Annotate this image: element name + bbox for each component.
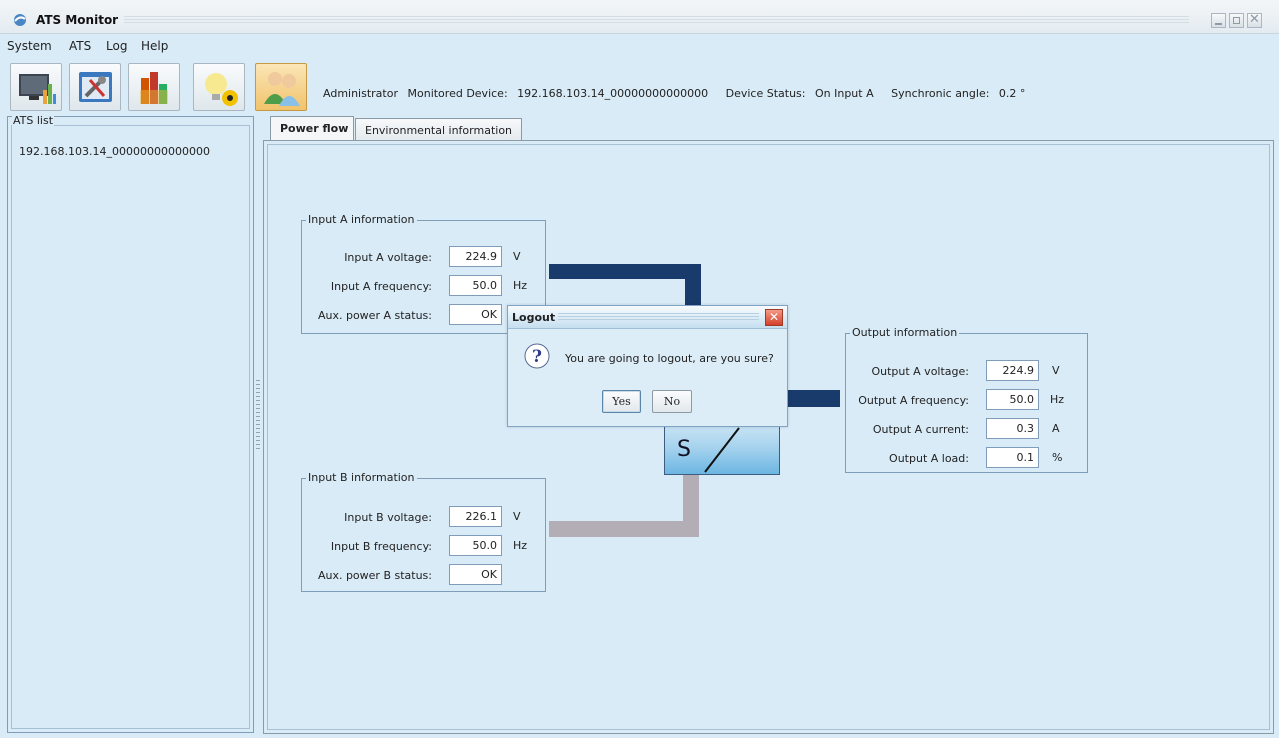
tools-icon: [79, 72, 112, 102]
input-a-voltage-unit: V: [513, 250, 521, 263]
input-a-frequency-label: Input A frequency:: [330, 280, 432, 293]
device-status-label: Device Status:: [725, 87, 806, 100]
dialog-title-grip: [558, 313, 759, 322]
menu-log[interactable]: Log: [106, 39, 127, 53]
input-a-title: Input A information: [306, 213, 417, 226]
minimize-button[interactable]: [1211, 13, 1226, 28]
input-a-frequency-unit: Hz: [513, 279, 528, 292]
aux-power-a-label: Aux. power A status:: [317, 309, 432, 322]
maximize-button[interactable]: [1229, 13, 1244, 28]
output-voltage-label: Output A voltage:: [871, 365, 969, 378]
output-frequency-unit: Hz: [1050, 393, 1065, 406]
input-b-title: Input B information: [306, 471, 417, 484]
panel-splitter[interactable]: [256, 380, 260, 450]
tab-environmental-information[interactable]: Environmental information: [355, 118, 522, 141]
question-icon: ?: [524, 343, 550, 369]
close-icon: ✕: [1249, 12, 1260, 27]
output-current-unit: A: [1052, 422, 1060, 435]
input-b-voltage-label: Input B voltage:: [344, 511, 432, 524]
statistics-button[interactable]: [128, 63, 180, 111]
svg-text:?: ?: [532, 347, 542, 367]
dialog-close-button[interactable]: ✕: [765, 309, 783, 326]
ats-list-title: ATS list: [12, 114, 55, 127]
aux-power-b-field: OK: [449, 564, 502, 585]
users-icon: [264, 72, 300, 106]
output-group: Output information Output A voltage: 224…: [845, 326, 1088, 473]
output-current-field: 0.3: [986, 418, 1039, 439]
monitor-button[interactable]: [10, 63, 62, 111]
ats-list-box: [11, 125, 250, 729]
aux-power-a-field: OK: [449, 304, 502, 325]
logout-message: You are going to logout, are you sure?: [565, 352, 774, 365]
synchronic-angle-label: Synchronic angle:: [891, 87, 990, 100]
output-title: Output information: [850, 326, 960, 339]
output-voltage-unit: V: [1052, 364, 1060, 377]
output-load-label: Output A load:: [889, 452, 969, 465]
current-user: Administrator: [323, 87, 398, 100]
output-load-unit: %: [1052, 451, 1063, 464]
input-b-frequency-label: Input B frequency:: [330, 540, 432, 553]
toolbar: Administrator Monitored Device: 192.168.…: [0, 58, 1279, 116]
tab-power-flow[interactable]: Power flow: [270, 116, 354, 141]
title-bar: ATS Monitor ✕: [0, 0, 1279, 34]
tools-button[interactable]: [69, 63, 121, 111]
aux-power-b-label: Aux. power B status:: [317, 569, 432, 582]
input-a-voltage-field: 224.9: [449, 246, 502, 267]
logout-dialog: Logout ✕ ? You are going to logout, are …: [507, 305, 788, 427]
ats-list-panel: ATS list 192.168.103.14_00000000000000: [7, 114, 254, 733]
chart-icon: [140, 72, 168, 104]
maximize-icon: [1233, 17, 1240, 24]
input-b-frequency-field: 50.0: [449, 535, 502, 556]
input-a-power-line: [549, 264, 701, 279]
window-title: ATS Monitor: [36, 13, 119, 27]
input-b-power-line: [549, 521, 699, 537]
monitored-device-value: 192.168.103.14_00000000000000: [517, 87, 709, 100]
close-button[interactable]: ✕: [1247, 12, 1262, 28]
menu-ats[interactable]: ATS: [69, 39, 91, 53]
alarm-bulb-icon: [205, 73, 238, 106]
input-b-voltage-unit: V: [513, 510, 521, 523]
input-a-frequency-field: 50.0: [449, 275, 502, 296]
input-b-group: Input B information Input B voltage: 226…: [301, 471, 546, 592]
output-voltage-field: 224.9: [986, 360, 1039, 381]
menu-system[interactable]: System: [7, 39, 52, 53]
yes-button[interactable]: Yes: [602, 390, 641, 413]
output-frequency-label: Output A frequency:: [858, 394, 969, 407]
status-line: Administrator Monitored Device: 192.168.…: [323, 87, 1031, 100]
logout-dialog-title: Logout: [512, 311, 556, 324]
minimize-icon: [1215, 23, 1222, 25]
user-management-button[interactable]: [255, 63, 307, 111]
output-load-field: 0.1: [986, 447, 1039, 468]
output-power-line: [788, 390, 840, 407]
input-b-voltage-field: 226.1: [449, 506, 502, 527]
input-a-power-line-vertical: [685, 264, 701, 306]
device-status-value: On Input A: [814, 87, 874, 100]
menu-bar: System ATS Log Help: [0, 34, 1279, 58]
monitored-device-label: Monitored Device:: [407, 87, 508, 100]
ats-list-item[interactable]: 192.168.103.14_00000000000000: [19, 145, 210, 158]
menu-help[interactable]: Help: [141, 39, 168, 53]
alarm-button[interactable]: [193, 63, 245, 111]
logout-dialog-titlebar[interactable]: Logout ✕: [508, 306, 787, 329]
input-b-frequency-unit: Hz: [513, 539, 528, 552]
no-button[interactable]: No: [652, 390, 692, 413]
input-a-voltage-label: Input A voltage:: [344, 251, 432, 264]
synchronic-angle-value: 0.2 °: [998, 87, 1026, 100]
monitor-icon: [19, 74, 56, 104]
title-bar-grip[interactable]: [124, 16, 1189, 25]
output-current-label: Output A current:: [872, 423, 969, 436]
output-frequency-field: 50.0: [986, 389, 1039, 410]
app-logo-icon: [14, 14, 26, 26]
